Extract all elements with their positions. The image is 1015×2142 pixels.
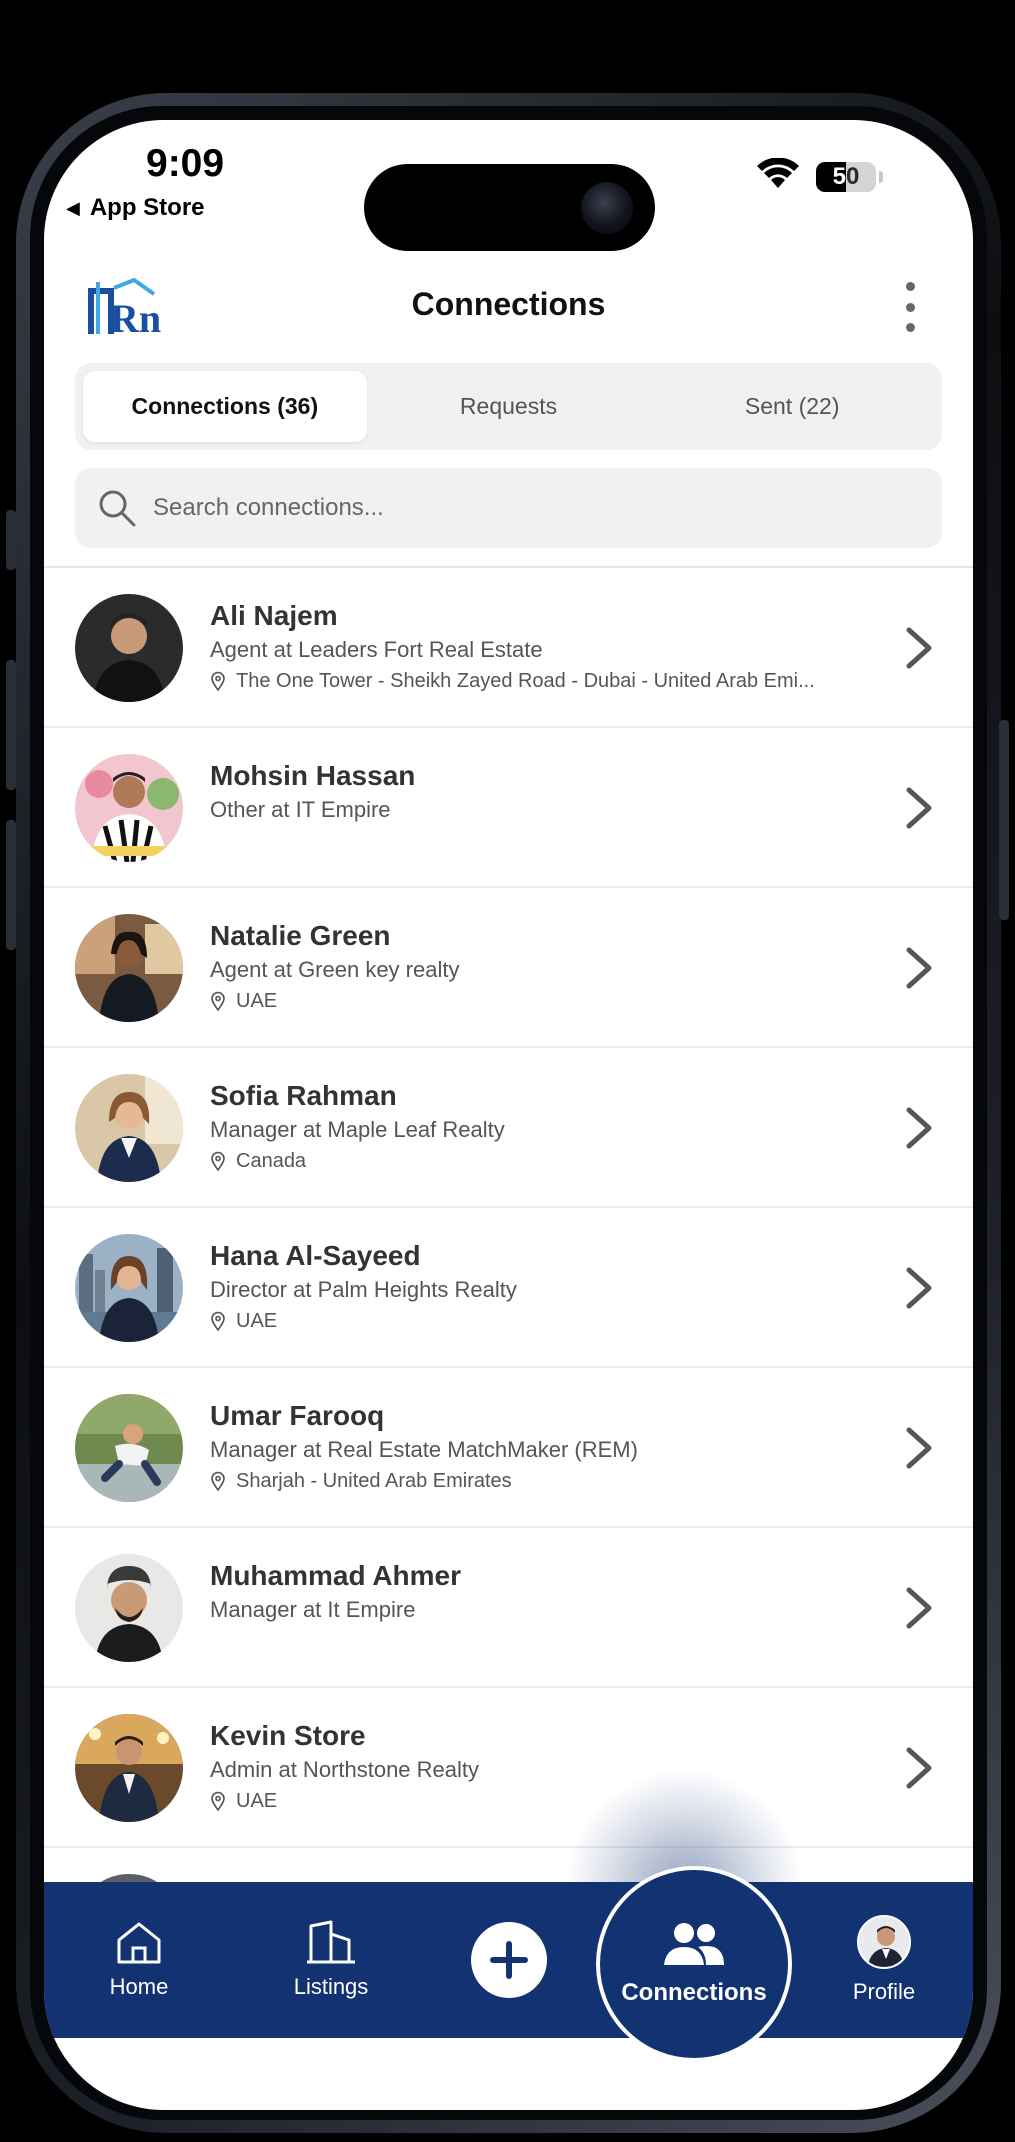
location-text: UAE bbox=[236, 1310, 278, 1332]
connection-role: Agent at Leaders Fort Real Estate bbox=[210, 637, 543, 662]
chevron-right-icon bbox=[906, 1747, 932, 1789]
connection-name: Sofia Rahman bbox=[210, 1080, 397, 1111]
chevron-right-icon bbox=[906, 627, 932, 669]
building-icon bbox=[307, 1920, 355, 1964]
search-bar bbox=[75, 468, 942, 548]
connection-row[interactable]: Kevin Store Admin at Northstone Realty U… bbox=[44, 1688, 973, 1848]
nav-listings-label: Listings bbox=[293, 1974, 369, 1999]
connection-row[interactable]: Mohsin Hassan Other at IT Empire bbox=[44, 728, 973, 888]
back-to-app-store-link[interactable]: ◀ App Store bbox=[66, 194, 205, 222]
tab-connections[interactable]: Connections (36) bbox=[83, 371, 367, 442]
location-text: Sharjah - United Arab Emirates bbox=[236, 1470, 512, 1492]
add-button[interactable] bbox=[471, 1922, 547, 1998]
avatar bbox=[75, 914, 183, 1022]
nav-listings[interactable]: Listings bbox=[266, 1882, 396, 2038]
nav-home-label: Home bbox=[109, 1974, 169, 1999]
nav-connections-label: Connections bbox=[621, 1979, 767, 2006]
profile-avatar bbox=[857, 1915, 911, 1969]
avatar bbox=[75, 594, 183, 702]
location-pin-icon bbox=[211, 1471, 225, 1491]
home-icon bbox=[117, 1922, 161, 1964]
chevron-right-icon bbox=[906, 1107, 932, 1149]
status-time: 9:09 bbox=[146, 142, 225, 185]
avatar bbox=[75, 1714, 183, 1822]
power-button bbox=[999, 720, 1009, 920]
nav-profile-label: Profile bbox=[852, 1979, 916, 2004]
connection-name: Mohsin Hassan bbox=[210, 760, 416, 791]
back-app-label: App Store bbox=[89, 194, 205, 221]
connection-row[interactable]: Ali Najem Agent at Leaders Fort Real Est… bbox=[44, 568, 973, 728]
nav-home[interactable]: Home bbox=[84, 1882, 194, 2038]
avatar bbox=[75, 1554, 183, 1662]
nav-profile[interactable]: Profile bbox=[824, 1882, 944, 2038]
connection-name: Muhammad Ahmer bbox=[210, 1560, 462, 1591]
location-text: The One Tower - Sheikh Zayed Road - Duba… bbox=[236, 670, 815, 692]
connection-row[interactable]: Natalie Green Agent at Green key realty … bbox=[44, 888, 973, 1048]
location-pin-icon bbox=[211, 1151, 225, 1171]
connection-location: Canada bbox=[210, 1146, 903, 1176]
location-pin-icon bbox=[211, 1791, 225, 1811]
location-pin-icon bbox=[211, 1311, 225, 1331]
location-pin-icon bbox=[211, 991, 225, 1011]
chevron-right-icon bbox=[906, 1427, 932, 1469]
volume-down-button bbox=[6, 820, 16, 950]
avatar bbox=[75, 1234, 183, 1342]
avatar bbox=[75, 1074, 183, 1182]
people-icon bbox=[664, 1923, 724, 1965]
connection-name: Ali Najem bbox=[210, 600, 338, 631]
connection-name: Hana Al-Sayeed bbox=[210, 1240, 421, 1271]
battery-indicator: 50 bbox=[816, 162, 876, 192]
connection-location: Sharjah - United Arab Emirates bbox=[210, 1466, 903, 1496]
connection-location: UAE bbox=[210, 986, 903, 1016]
volume-up-button bbox=[6, 660, 16, 790]
chevron-right-icon bbox=[906, 947, 932, 989]
location-pin-icon bbox=[211, 671, 225, 691]
chevron-right-icon bbox=[906, 787, 932, 829]
battery-level: 50 bbox=[832, 163, 860, 190]
avatar bbox=[75, 1394, 183, 1502]
more-options-icon[interactable] bbox=[904, 282, 916, 332]
connection-row[interactable]: Umar Farooq Manager at Real Estate Match… bbox=[44, 1368, 973, 1528]
connection-role: Director at Palm Heights Realty bbox=[210, 1277, 517, 1302]
connection-role: Manager at Real Estate MatchMaker (REM) bbox=[210, 1437, 638, 1462]
front-camera bbox=[581, 182, 633, 234]
nav-connections[interactable]: Connections bbox=[596, 1866, 792, 2062]
back-arrow-icon: ◀ bbox=[66, 197, 80, 218]
connection-row[interactable]: Sofia Rahman Manager at Maple Leaf Realt… bbox=[44, 1048, 973, 1208]
avatar bbox=[75, 754, 183, 862]
chevron-right-icon bbox=[906, 1587, 932, 1629]
connection-row[interactable]: Hana Al-Sayeed Director at Palm Heights … bbox=[44, 1208, 973, 1368]
connections-list: Ali Najem Agent at Leaders Fort Real Est… bbox=[44, 568, 973, 2008]
connection-name: Natalie Green bbox=[210, 920, 391, 951]
location-text: Canada bbox=[236, 1150, 307, 1172]
plus-icon bbox=[490, 1941, 528, 1979]
search-icon bbox=[99, 490, 136, 527]
location-text: UAE bbox=[236, 1790, 278, 1812]
connection-name: Kevin Store bbox=[210, 1720, 366, 1751]
tab-requests[interactable]: Requests bbox=[367, 371, 651, 442]
connection-role: Manager at It Empire bbox=[210, 1597, 416, 1622]
bottom-nav: Home Listings Profile bbox=[44, 1882, 973, 2038]
page-title: Connections bbox=[411, 286, 606, 322]
connection-role: Admin at Northstone Realty bbox=[210, 1757, 480, 1782]
connection-role: Agent at Green key realty bbox=[210, 957, 460, 982]
connection-role: Manager at Maple Leaf Realty bbox=[210, 1117, 505, 1142]
tab-sent[interactable]: Sent (22) bbox=[650, 371, 934, 442]
connection-location: UAE bbox=[210, 1306, 903, 1336]
connection-location: The One Tower - Sheikh Zayed Road - Duba… bbox=[210, 666, 903, 696]
battery-cap bbox=[879, 171, 883, 183]
connection-name: Umar Farooq bbox=[210, 1400, 385, 1431]
connection-role: Other at IT Empire bbox=[210, 797, 391, 822]
app-screen: 9:09 ◀ App Store 50 Rn Connections Conne… bbox=[44, 120, 973, 2110]
tab-bar: Connections (36) Requests Sent (22) bbox=[75, 363, 942, 450]
search-input[interactable] bbox=[153, 494, 913, 522]
action-button bbox=[6, 510, 16, 570]
connection-row[interactable]: Muhammad Ahmer Manager at It Empire bbox=[44, 1528, 973, 1688]
dynamic-island bbox=[364, 164, 655, 251]
connection-location: UAE bbox=[210, 1786, 903, 1816]
location-text: UAE bbox=[236, 990, 278, 1012]
chevron-right-icon bbox=[906, 1267, 932, 1309]
wifi-icon bbox=[757, 158, 799, 188]
